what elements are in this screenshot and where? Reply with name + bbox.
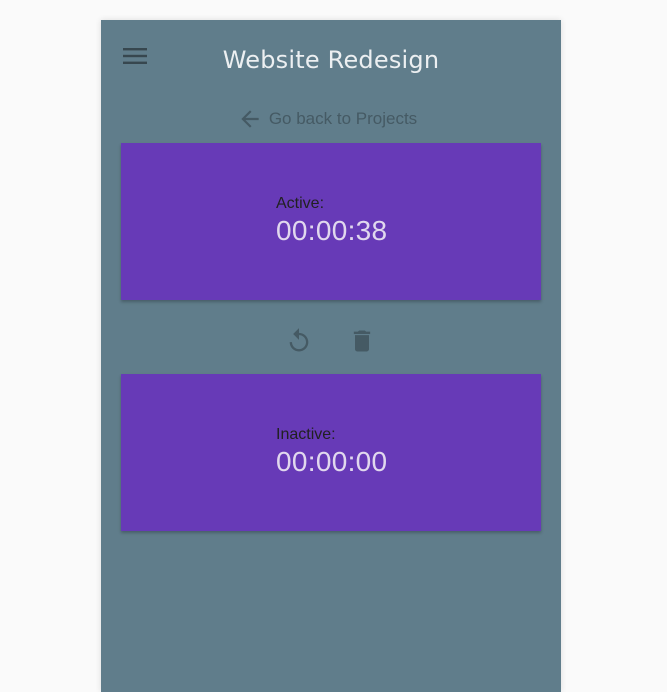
app-screen: Website Redesign Go back to Projects Act… <box>101 20 561 692</box>
back-link-label: Go back to Projects <box>268 109 418 128</box>
delete-button[interactable] <box>345 324 379 358</box>
inactive-timer-value: 00:00:00 <box>276 446 388 477</box>
inactive-timer-label: Inactive: <box>276 426 336 443</box>
back-to-projects-link[interactable]: Go back to Projects <box>101 106 561 132</box>
arrow-left-icon <box>241 110 259 128</box>
timer-actions <box>101 324 561 358</box>
active-timer-value: 00:00:38 <box>276 215 388 246</box>
active-timer-card[interactable]: Active: 00:00:38 <box>121 143 541 300</box>
reset-icon <box>289 328 309 352</box>
page-title: Website Redesign <box>222 46 440 74</box>
active-timer-label: Active: <box>276 195 325 212</box>
inactive-timer-card[interactable]: Inactive: 00:00:00 <box>121 374 541 531</box>
reset-button[interactable] <box>282 324 316 358</box>
trash-icon <box>353 330 371 352</box>
